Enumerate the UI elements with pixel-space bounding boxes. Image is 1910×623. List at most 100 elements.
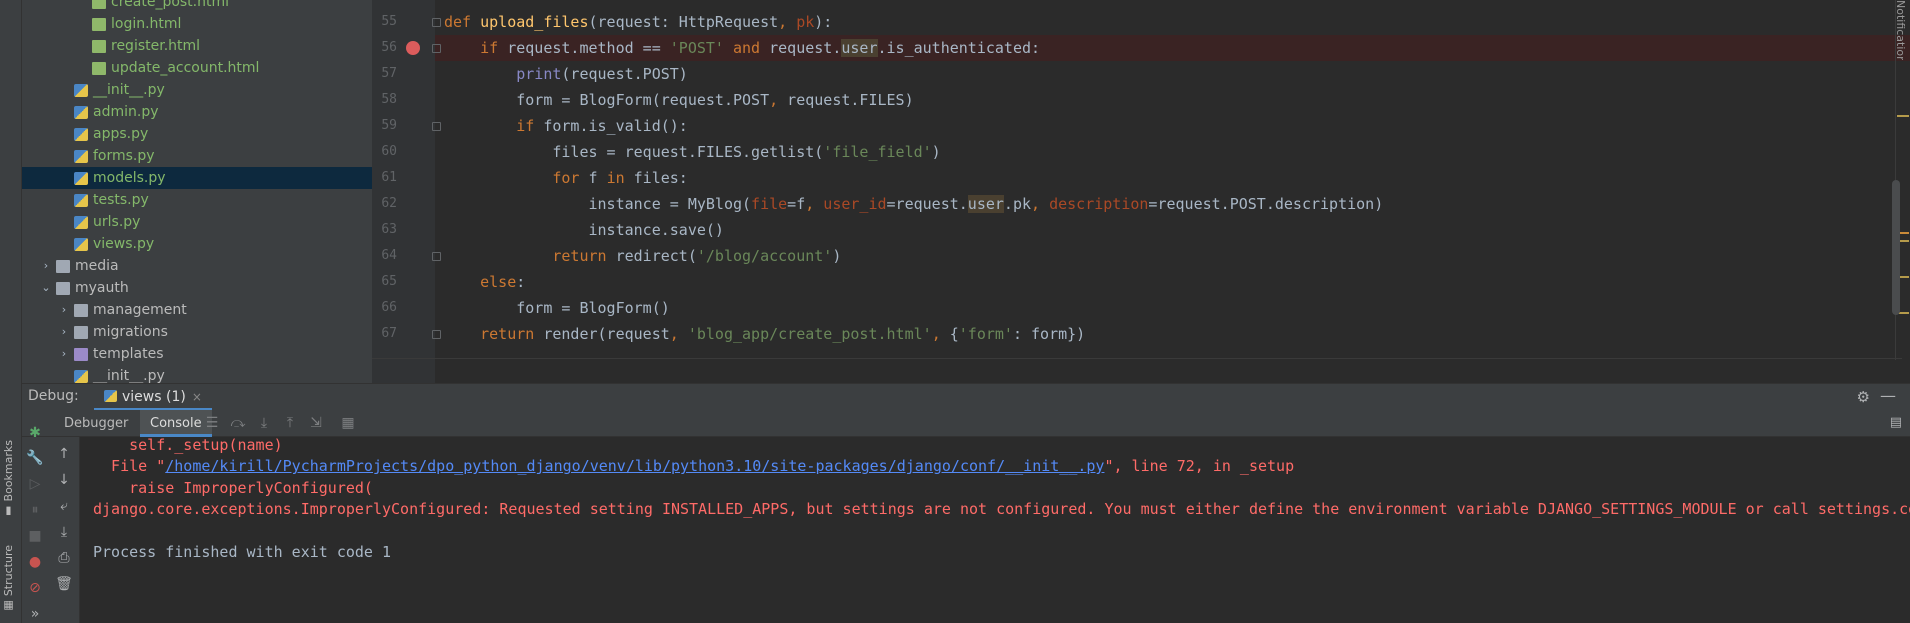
minimize-icon[interactable]: — xyxy=(1880,386,1896,405)
tree-file[interactable]: apps.py xyxy=(22,123,372,145)
code-line[interactable]: instance = MyBlog(file=f, user_id=reques… xyxy=(444,191,1383,217)
tree-file[interactable]: __init__.py xyxy=(22,79,372,101)
step-over-icon[interactable]: ⤼ xyxy=(230,415,246,431)
code-token: : form}) xyxy=(1012,325,1086,343)
step-into-icon[interactable]: ⤓ xyxy=(256,415,272,431)
editor-gutter[interactable]: 55 56 57 58 59 60 61 62 63 64 65 66 67 xyxy=(372,0,435,383)
breakpoint-icon[interactable] xyxy=(406,41,420,55)
code-token: 'file_field' xyxy=(823,143,932,161)
list-icon[interactable]: ☰ xyxy=(204,415,220,431)
folder-icon xyxy=(74,348,88,361)
chevron-right-icon[interactable]: › xyxy=(40,255,52,277)
structure-icon: ▦ xyxy=(2,596,15,613)
code-line[interactable]: print(request.POST) xyxy=(444,61,688,87)
tree-file[interactable]: update_account.html xyxy=(22,57,372,79)
tree-item-label: update_account.html xyxy=(111,60,260,76)
code-line[interactable]: return render(request, 'blog_app/create_… xyxy=(444,321,1085,347)
tree-file[interactable]: create_post.html xyxy=(22,0,372,13)
fold-icon[interactable] xyxy=(432,44,441,53)
resume-icon[interactable]: ▷ xyxy=(26,475,44,493)
line-number: 57 xyxy=(381,66,397,81)
code-token: =request.POST.description) xyxy=(1148,195,1384,213)
console-output[interactable]: self._setup(name) File "/home/kirill/Pyc… xyxy=(81,437,1910,623)
code-line[interactable]: for f in files: xyxy=(444,165,687,191)
code-token: f xyxy=(588,169,607,187)
bookmarks-tab[interactable]: ▮ Bookmarks xyxy=(2,440,15,518)
more-icon[interactable]: » xyxy=(26,605,44,623)
arrow-up-icon[interactable]: ↑ xyxy=(55,445,73,463)
stripe-mark[interactable] xyxy=(1897,115,1909,117)
console-text: ", line 72, in _setup xyxy=(1104,457,1295,476)
code-token: 'form' xyxy=(958,325,1013,343)
tree-file[interactable]: tests.py xyxy=(22,189,372,211)
wrench-icon[interactable]: 🔧 xyxy=(26,449,44,467)
debug-session-tab[interactable]: views (1) × xyxy=(94,384,212,411)
python-file-icon xyxy=(74,106,88,119)
structure-tab[interactable]: ▦ Structure xyxy=(2,545,15,613)
tree-folder[interactable]: › management xyxy=(22,299,372,321)
layout-icon[interactable]: ▤ xyxy=(1890,415,1902,430)
code-editor[interactable]: 55565758596061626364656667 new def uploa… xyxy=(372,0,1910,383)
tree-folder[interactable]: › migrations xyxy=(22,321,372,343)
notifications-tab[interactable]: Notifications xyxy=(1893,0,1907,60)
code-line[interactable]: def upload_files(request: HttpRequest, p… xyxy=(444,9,832,35)
fold-icon[interactable] xyxy=(432,330,441,339)
tree-file[interactable]: forms.py xyxy=(22,145,372,167)
file-path-link[interactable]: /home/kirill/PycharmProjects/dpo_python_… xyxy=(165,457,1104,475)
chevron-right-icon[interactable]: › xyxy=(58,343,70,365)
code-line[interactable]: return redirect('/blog/account') xyxy=(444,243,841,269)
tab-console[interactable]: Console xyxy=(140,410,212,437)
tree-folder[interactable]: › media xyxy=(22,255,372,277)
code-line[interactable]: files = request.FILES.getlist('file_fiel… xyxy=(444,139,940,165)
code-line[interactable]: form = BlogForm(request.POST, request.FI… xyxy=(444,87,913,113)
tree-file[interactable]: login.html xyxy=(22,13,372,35)
run-to-cursor-icon[interactable]: ⇲ xyxy=(308,415,324,431)
step-out-icon[interactable]: ⤒ xyxy=(282,415,298,431)
folder-icon xyxy=(56,260,70,273)
stop-icon[interactable]: ■ xyxy=(26,527,44,545)
code-token: print xyxy=(516,65,562,83)
tree-item-label: register.html xyxy=(111,38,201,54)
chevron-down-icon[interactable]: ⌄ xyxy=(40,277,52,299)
code-line[interactable]: if request.method == 'POST' and request.… xyxy=(444,35,1040,61)
tab-debugger[interactable]: Debugger xyxy=(64,410,128,437)
pause-icon[interactable]: ⏸ xyxy=(26,501,44,519)
view-breakpoints-icon[interactable]: ● xyxy=(26,553,44,571)
mute-breakpoints-icon[interactable]: ⊘ xyxy=(26,579,44,597)
html-file-icon xyxy=(92,0,106,9)
tree-file[interactable]: urls.py xyxy=(22,211,372,233)
editor-divider xyxy=(372,358,1902,359)
chevron-right-icon[interactable]: › xyxy=(58,321,70,343)
fold-icon[interactable] xyxy=(432,252,441,261)
trash-icon[interactable]: 🗑 xyxy=(55,575,73,593)
fold-icon[interactable] xyxy=(432,122,441,131)
code-line[interactable]: instance.save() xyxy=(444,217,723,243)
tree-file[interactable]: models.py xyxy=(22,167,372,189)
code-token: : xyxy=(516,273,526,291)
code-line[interactable]: form = BlogForm() xyxy=(444,295,670,321)
print-icon[interactable]: ⎙ xyxy=(55,549,73,567)
chevron-right-icon[interactable]: › xyxy=(58,299,70,321)
soft-wrap-icon[interactable]: ⤶ xyxy=(55,497,73,515)
editor-scrollbar-thumb[interactable] xyxy=(1892,180,1900,315)
fold-icon[interactable] xyxy=(432,18,441,27)
evaluate-icon[interactable]: ▦ xyxy=(340,415,356,431)
code-token: if xyxy=(480,39,508,57)
tree-folder[interactable]: › templates xyxy=(22,343,372,365)
arrow-down-icon[interactable]: ↓ xyxy=(55,471,73,489)
code-line[interactable]: else: xyxy=(444,269,525,295)
close-icon[interactable]: × xyxy=(192,390,202,404)
scroll-to-end-icon[interactable]: ⤓ xyxy=(55,523,73,541)
tree-file[interactable]: __init__.py xyxy=(22,365,372,383)
tree-file[interactable]: admin.py xyxy=(22,101,372,123)
tree-folder[interactable]: ⌄ myauth xyxy=(22,277,372,299)
gear-icon[interactable]: ⚙ xyxy=(1857,388,1870,406)
rerun-icon[interactable]: ✱ xyxy=(26,424,44,442)
code-line[interactable]: if form.is_valid(): xyxy=(444,113,688,139)
tree-file[interactable]: register.html xyxy=(22,35,372,57)
tree-file[interactable]: views.py xyxy=(22,233,372,255)
code-token: pk xyxy=(796,13,815,31)
tree-item-label: media xyxy=(75,258,119,274)
code-token: render(request xyxy=(543,325,670,343)
